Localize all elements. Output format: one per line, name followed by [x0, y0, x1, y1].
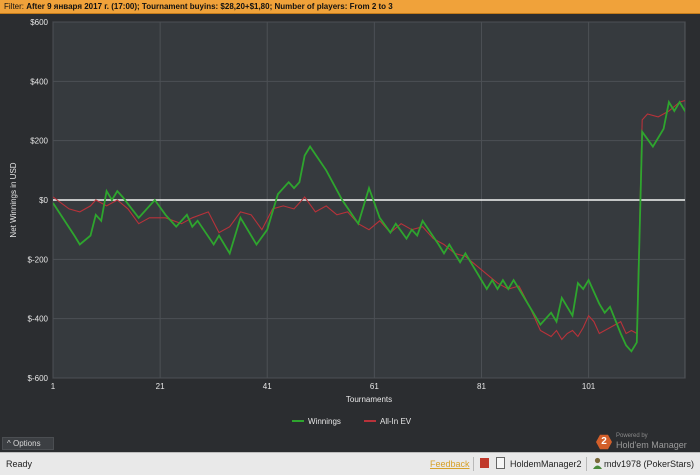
x-axis-title: Tournaments [346, 395, 392, 404]
filter-bar: Filter: After 9 января 2017 г. (17:00); … [0, 0, 700, 14]
options-arrow-icon: ^ [7, 439, 11, 448]
options-label: Options [13, 439, 41, 448]
y-tick-label: $0 [39, 196, 48, 205]
options-bar: ^ Options 2 Powered by Hold'em Manager [0, 433, 700, 452]
cards-icon [496, 457, 505, 469]
options-button[interactable]: ^ Options [2, 437, 54, 450]
y-tick-label: $-400 [28, 315, 49, 324]
chart-area: $600 $400 $200 $0 $-200 $-400 $-600 1 21 41 61 81 10… [0, 14, 700, 435]
feedback-link[interactable]: Feedback [430, 459, 470, 469]
x-tick-label: 61 [370, 382, 379, 391]
hem-logo-icon: 2 [596, 434, 612, 450]
x-tick-label: 1 [51, 382, 56, 391]
x-tick-label: 41 [263, 382, 272, 391]
x-tick-label: 21 [156, 382, 165, 391]
legend-label: All-In EV [380, 417, 412, 426]
x-tick-label: 81 [477, 382, 486, 391]
powered-by-logo: 2 Powered by Hold'em Manager [596, 431, 692, 453]
y-tick-label: $200 [30, 137, 48, 146]
filter-label: Filter: [4, 2, 24, 11]
status-ready: Ready [6, 459, 33, 469]
winnings-chart: $600 $400 $200 $0 $-200 $-400 $-6001 21 41 61 81 10… [9, 18, 686, 426]
x-tick-label: 101 [582, 382, 596, 391]
powered-by-text: Powered by [616, 433, 648, 439]
brand-name: Hold'em Manager [616, 440, 687, 450]
player-name[interactable]: mdv1978 (PokerStars) [604, 459, 694, 469]
y-tick-label: $-600 [28, 374, 49, 383]
separator [586, 457, 587, 471]
y-tick-label: $600 [30, 18, 48, 27]
user-icon [593, 457, 602, 469]
y-axis-title: Net Winnings in USD [9, 162, 18, 237]
database-name[interactable]: HoldemManager2 [510, 459, 582, 469]
filter-text: After 9 января 2017 г. (17:00); Tourname… [26, 2, 393, 11]
y-tick-label: $400 [30, 77, 48, 86]
status-bar: Ready Feedback HoldemManager2 mdv1978 (P… [0, 452, 700, 475]
separator [473, 457, 474, 471]
database-icon [480, 458, 489, 468]
legend-label: Winnings [308, 417, 341, 426]
y-tick-label: $-200 [28, 255, 49, 264]
